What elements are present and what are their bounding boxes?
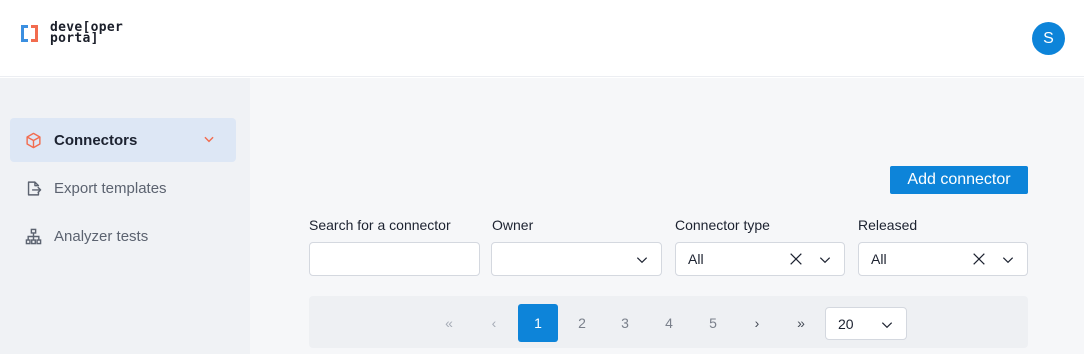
- sidebar-item-label: Connectors: [54, 131, 138, 149]
- released-select[interactable]: All: [858, 242, 1028, 276]
- export-icon: [24, 179, 42, 197]
- clear-icon[interactable]: [788, 251, 804, 272]
- search-label: Search for a connector: [309, 217, 451, 233]
- released-label: Released: [858, 217, 918, 233]
- page-3-button[interactable]: 3: [613, 304, 637, 342]
- first-page-button[interactable]: «: [437, 304, 461, 342]
- owner-label: Owner: [492, 217, 534, 233]
- sidebar-item-label: Export templates: [54, 179, 167, 197]
- last-page-button[interactable]: »: [789, 304, 813, 342]
- sidebar: Connectors Export templates Analyzer tes…: [0, 78, 250, 354]
- chevron-down-icon[interactable]: [818, 253, 832, 272]
- chevron-down-icon[interactable]: [880, 318, 894, 337]
- page-size-select[interactable]: 20: [825, 307, 907, 340]
- pagination: « ‹ 1 2 3 4 5 › » 20: [309, 296, 1028, 348]
- page-2-button[interactable]: 2: [570, 304, 594, 342]
- sidebar-item-export-templates[interactable]: Export templates: [10, 166, 236, 210]
- developer-portal-logo[interactable]: deve[oper porta]: [20, 20, 124, 46]
- connector-type-label: Connector type: [675, 217, 770, 233]
- logo-brackets-icon: [20, 22, 42, 44]
- sidebar-item-analyzer-tests[interactable]: Analyzer tests: [10, 214, 236, 258]
- page-5-button[interactable]: 5: [701, 304, 725, 342]
- avatar[interactable]: S: [1032, 22, 1065, 55]
- chevron-down-icon[interactable]: [635, 253, 649, 272]
- prev-page-button[interactable]: ‹: [482, 304, 506, 342]
- next-page-button[interactable]: ›: [745, 304, 769, 342]
- page-4-button[interactable]: 4: [657, 304, 681, 342]
- owner-select[interactable]: [491, 242, 662, 276]
- clear-icon[interactable]: [971, 251, 987, 272]
- logo-text: deve[oper porta]: [50, 20, 124, 46]
- cube-icon: [24, 131, 42, 149]
- search-input[interactable]: [309, 242, 480, 276]
- sidebar-item-label: Analyzer tests: [54, 227, 149, 245]
- top-bar: deve[oper porta] S: [0, 0, 1084, 77]
- connector-type-select[interactable]: All: [675, 242, 845, 276]
- chevron-down-icon[interactable]: [1001, 253, 1015, 272]
- chevron-down-icon[interactable]: [202, 132, 216, 150]
- add-connector-button[interactable]: Add connector: [890, 166, 1028, 194]
- page-1-button[interactable]: 1: [518, 304, 558, 342]
- sidebar-item-connectors[interactable]: Connectors: [10, 118, 236, 162]
- sitemap-icon: [24, 227, 42, 245]
